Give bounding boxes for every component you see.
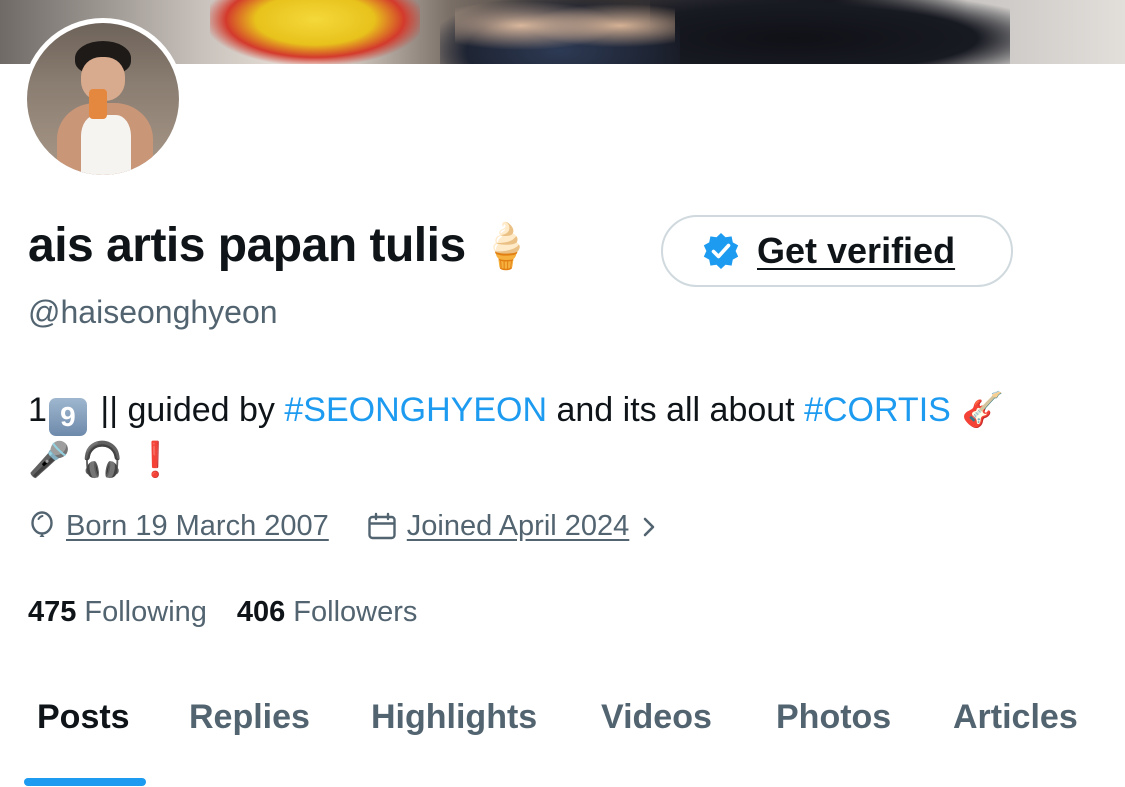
verified-badge-icon [703, 233, 739, 269]
get-verified-button[interactable]: Get verified [661, 215, 1013, 287]
following-label: Following [84, 596, 207, 628]
joined-text: Joined April 2024 [406, 510, 630, 542]
hashtag-link-seonghyeon[interactable]: #SEONGHYEON [284, 391, 547, 429]
follow-stats: 475 Following 406 Followers [28, 596, 417, 629]
get-verified-label: Get verified [757, 230, 956, 271]
bio-emojis: 🎤 🎧 ❗ [28, 440, 177, 480]
guitar-emoji: 🎸 [950, 390, 1004, 430]
bio-text: || guided by [90, 391, 285, 429]
tab-videos[interactable]: Videos [601, 698, 712, 737]
profile-meta: Born 19 March 2007 Joined April 2024 [28, 510, 667, 543]
tab-photos[interactable]: Photos [776, 698, 891, 737]
chevron-right-icon [643, 517, 655, 536]
bio-text: and its all about [547, 391, 805, 429]
calendar-icon [368, 512, 396, 539]
tab-articles[interactable]: Articles [953, 698, 1078, 737]
following-link[interactable]: 475 Following [28, 596, 207, 629]
followers-label: Followers [293, 596, 418, 628]
keycap-nine-emoji: 9 [48, 398, 87, 436]
profile-page: ais artis papan tulis 🍦 Get verified @ha… [0, 0, 1125, 787]
birthday-text: Born 19 March 2007 [66, 510, 329, 542]
tab-replies[interactable]: Replies [189, 698, 310, 737]
tab-posts[interactable]: Posts [37, 698, 130, 737]
display-name-text: ais artis papan tulis [28, 219, 466, 272]
tab-highlights[interactable]: Highlights [371, 698, 537, 737]
birthday-item[interactable]: Born 19 March 2007 [28, 510, 329, 543]
followers-count: 406 [236, 596, 286, 628]
username-handle: @haiseonghyeon [28, 294, 278, 330]
display-name: ais artis papan tulis 🍦 [28, 218, 533, 273]
bio-text: 1 [28, 391, 47, 429]
balloon-icon [31, 510, 53, 537]
followers-link[interactable]: 406 Followers [237, 596, 417, 629]
hashtag-link-cortis[interactable]: #CORTIS [804, 391, 951, 429]
active-tab-indicator [24, 778, 146, 786]
following-count: 475 [28, 596, 77, 628]
joined-item[interactable]: Joined April 2024 [367, 510, 668, 543]
profile-bio: 19 || guided by #SEONGHYEON and its all … [28, 386, 1098, 484]
avatar[interactable] [22, 18, 184, 180]
ice-cream-emoji: 🍦 [478, 221, 534, 272]
